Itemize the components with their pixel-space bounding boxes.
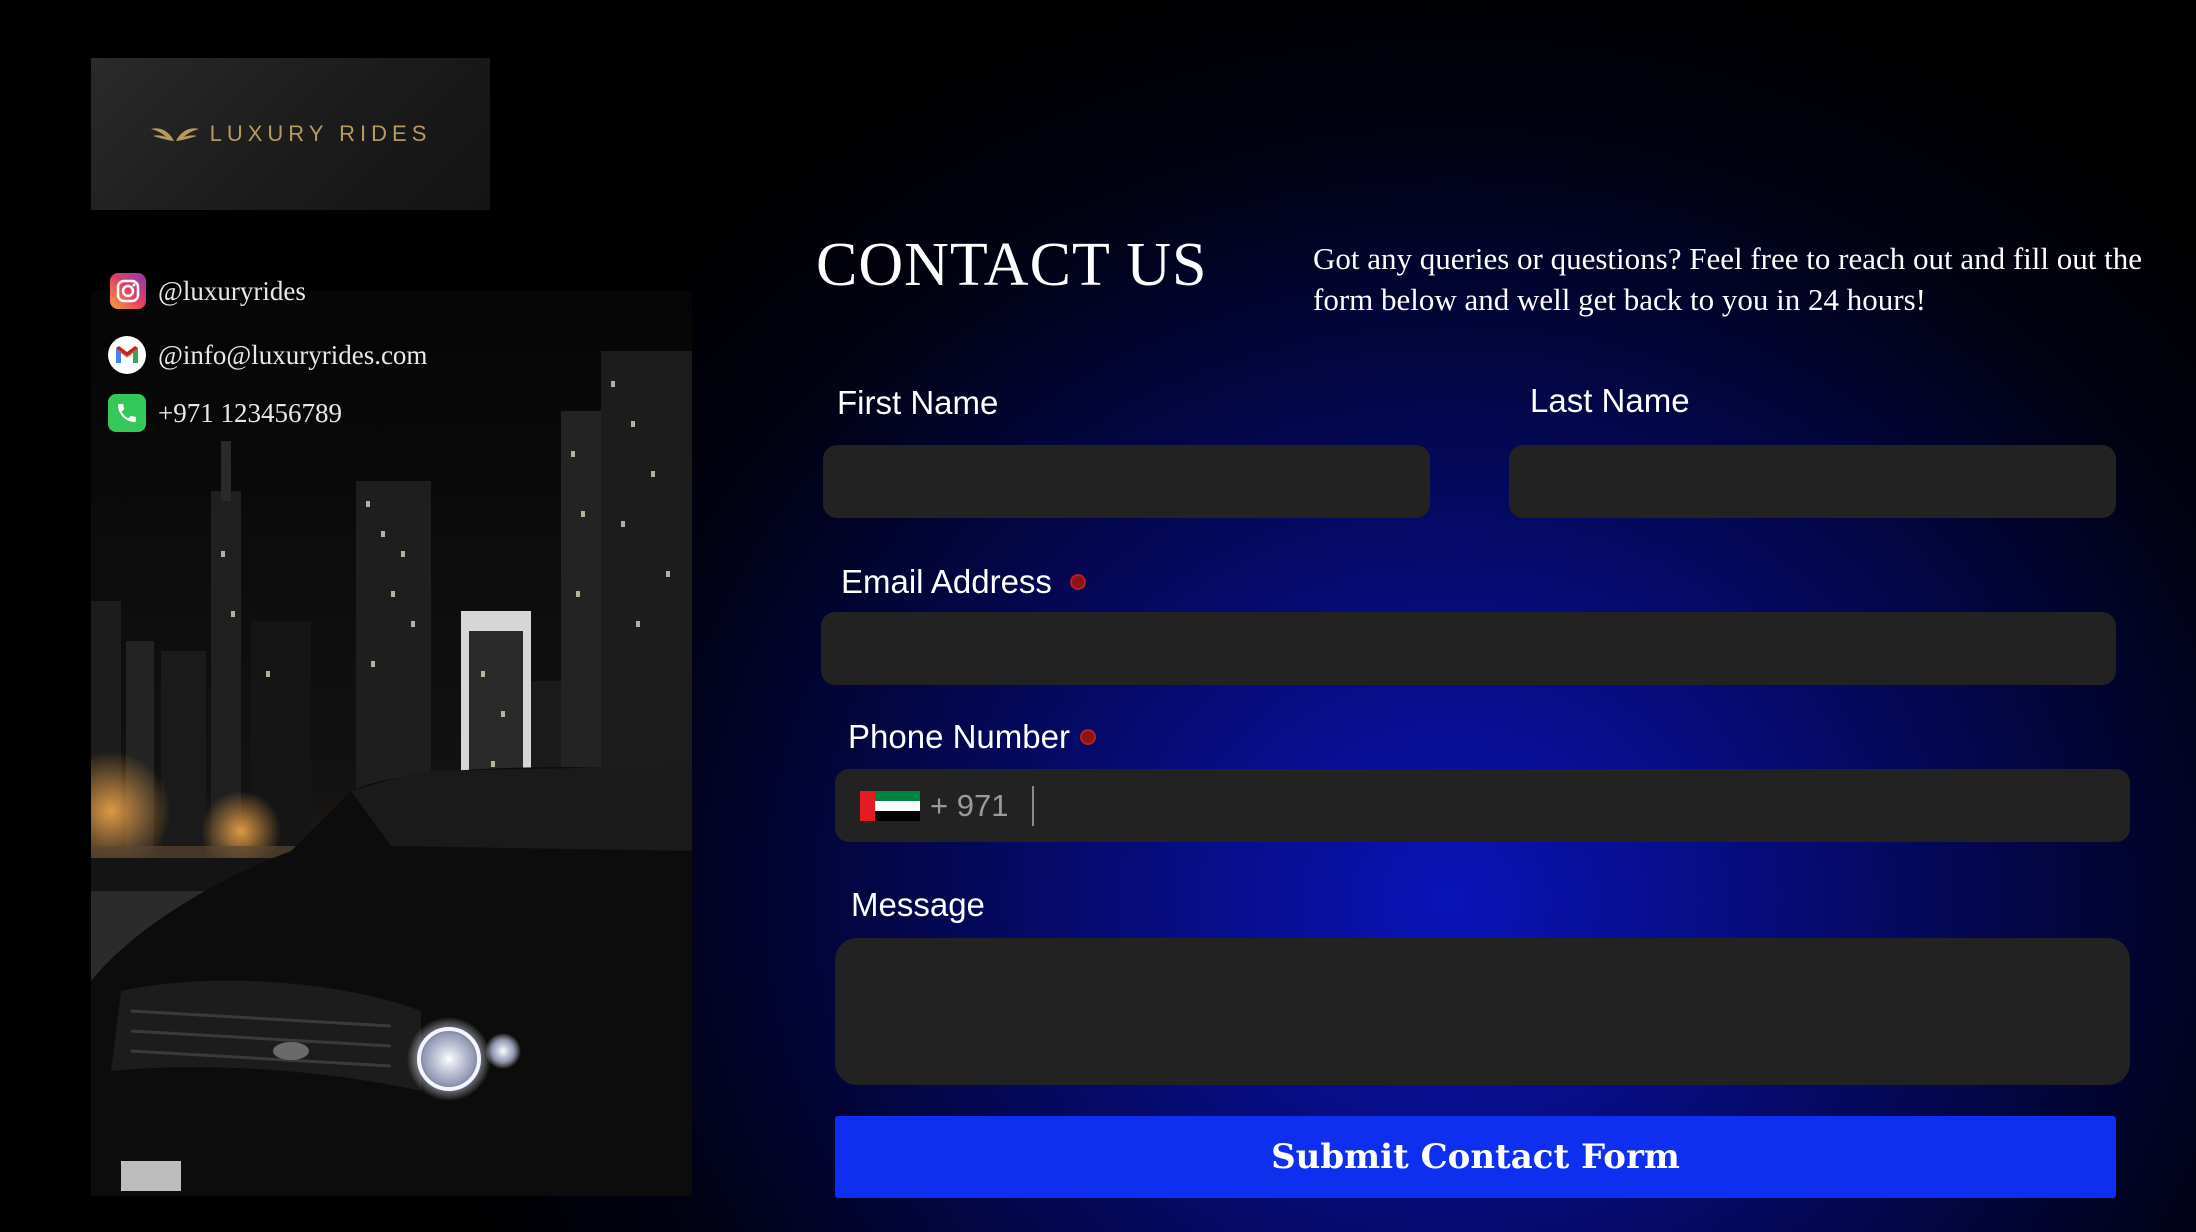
- phone-icon: [108, 394, 146, 432]
- required-indicator: [1069, 574, 1086, 591]
- phone-input[interactable]: [1034, 769, 2130, 842]
- intro-text: Got any queries or questions? Feel free …: [1313, 241, 2142, 317]
- uae-flag-icon[interactable]: [860, 790, 920, 821]
- phone-number-link: +971 123456789: [158, 397, 342, 428]
- social-instagram[interactable]: @luxuryrides: [110, 273, 306, 309]
- phone-label: Phone Number: [848, 718, 1096, 756]
- message-label: Message: [851, 886, 985, 923]
- first-name-input[interactable]: [823, 445, 1430, 518]
- email-address-link: @info@luxuryrides.com: [158, 339, 428, 370]
- last-name-label: Last Name: [1530, 382, 1690, 419]
- brand-name: LUXURY RIDES: [209, 121, 432, 146]
- wings-icon: [150, 128, 199, 141]
- email-label: Email Address: [841, 563, 1086, 601]
- email-label-text: Email Address: [841, 563, 1052, 600]
- email-input[interactable]: [821, 612, 2116, 685]
- social-phone[interactable]: +971 123456789: [108, 394, 342, 432]
- social-email[interactable]: @info@luxuryrides.com: [108, 336, 427, 374]
- instagram-handle: @luxuryrides: [158, 275, 306, 306]
- message-textarea[interactable]: [835, 938, 2130, 1085]
- first-name-label: First Name: [837, 384, 999, 421]
- logo[interactable]: LUXURY RIDES: [91, 58, 490, 210]
- required-indicator: [1079, 729, 1096, 746]
- phone-label-text: Phone Number: [848, 718, 1070, 755]
- page-title: CONTACT US: [816, 231, 1208, 299]
- gmail-icon: [108, 336, 146, 374]
- phone-field[interactable]: + 971: [835, 769, 2130, 842]
- instagram-icon: [110, 273, 146, 309]
- country-code: + 971: [930, 787, 1009, 823]
- submit-button[interactable]: Submit Contact Form: [835, 1116, 2116, 1198]
- last-name-input[interactable]: [1509, 445, 2116, 518]
